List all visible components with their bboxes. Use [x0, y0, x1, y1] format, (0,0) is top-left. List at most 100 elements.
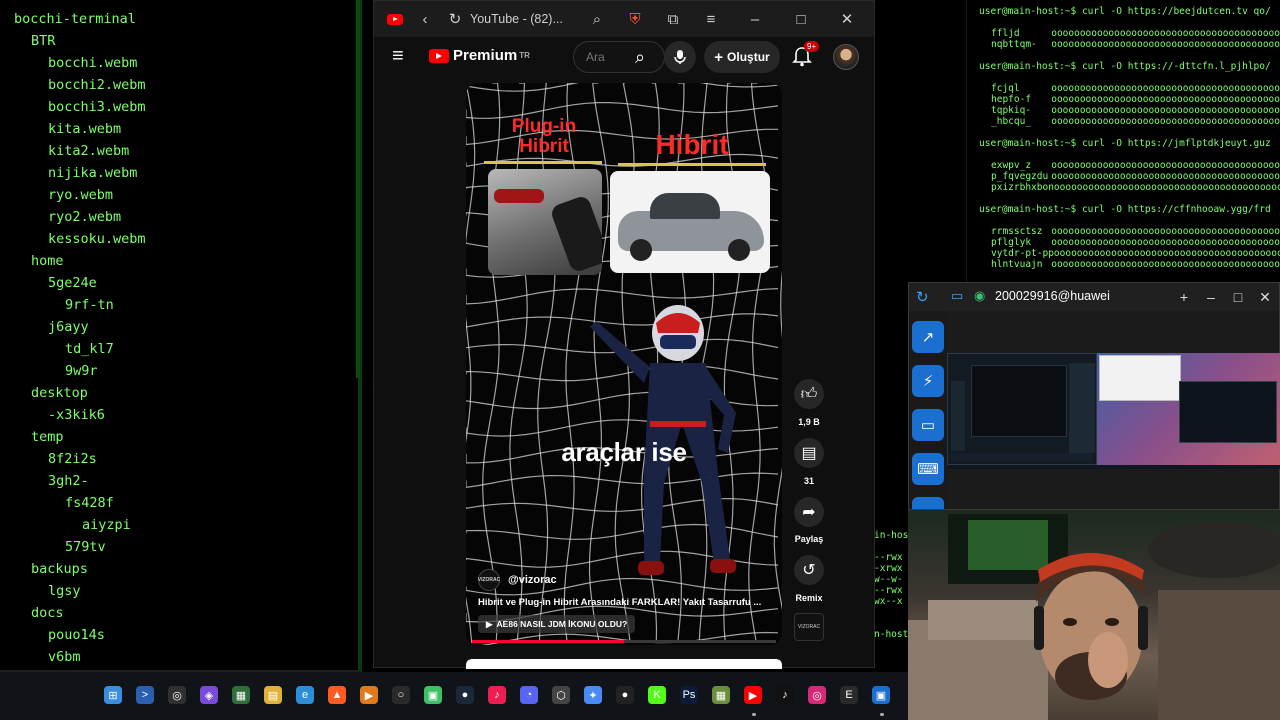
tree-item[interactable]: pouo14s [14, 624, 358, 646]
youtube-icon[interactable]: ▶ [744, 686, 762, 704]
reload-icon[interactable]: ↻ [440, 4, 470, 34]
tree-item[interactable]: kita.webm [14, 118, 358, 140]
tree-item[interactable]: v6bm [14, 646, 358, 668]
channel-logo[interactable]: VIZORAC [478, 569, 500, 591]
tree-item[interactable]: 3gh2- [14, 470, 358, 492]
minecraft-icon[interactable]: ▦ [712, 686, 730, 704]
remote-desktop-icon[interactable]: ▣ [872, 686, 890, 704]
display-icon[interactable]: ▭ [912, 409, 944, 441]
menu-icon[interactable]: ≡ [696, 4, 726, 34]
close-icon[interactable]: ✕ [832, 4, 862, 34]
brave-icon[interactable]: ▲ [328, 686, 346, 704]
search-box[interactable]: ⌕ [573, 41, 665, 73]
tree-item[interactable]: kessoku.webm [14, 228, 358, 250]
video-progress-bar[interactable] [472, 640, 776, 643]
tree-item[interactable]: lgsy [14, 580, 358, 602]
tree-item[interactable]: home [14, 250, 358, 272]
tree-item[interactable]: bocchi2.webm [14, 74, 358, 96]
curl-terminal[interactable]: user@main-host:~$ curl -O https://beejdu… [966, 0, 1280, 282]
more-tools-icon[interactable] [912, 497, 944, 509]
tree-item[interactable]: bocchi.webm [14, 52, 358, 74]
tree-item[interactable]: ryo.webm [14, 184, 358, 206]
tree-item[interactable]: nijika.webm [14, 162, 358, 184]
tree-item[interactable]: bocchi3.webm [14, 96, 358, 118]
dot-app-icon[interactable]: ● [616, 686, 634, 704]
youtube-premium-logo[interactable]: Premium TR [429, 47, 530, 64]
epic-games-icon[interactable]: E [840, 686, 858, 704]
brave-shield-icon[interactable]: ⛨ [620, 4, 650, 34]
tree-item[interactable]: 8f2i2s [14, 448, 358, 470]
next-short-preview[interactable] [466, 659, 782, 669]
channel-info[interactable]: VIZORAC @vizorac [478, 569, 557, 591]
tree-item[interactable]: fs428f [14, 492, 358, 514]
microphone-icon[interactable] [664, 41, 696, 73]
terminal-icon[interactable]: > [136, 686, 154, 704]
edge-icon[interactable]: e [296, 686, 314, 704]
tree-item[interactable]: kita2.webm [14, 140, 358, 162]
tree-item[interactable]: -x3kik6 [14, 404, 358, 426]
tree-item[interactable]: desktop [14, 382, 358, 404]
rd-close-icon[interactable]: ✕ [1254, 287, 1276, 307]
back-icon[interactable]: ‹ [410, 4, 440, 34]
share-button[interactable]: ➦ [794, 497, 824, 527]
instagram-icon[interactable]: ◎ [808, 686, 826, 704]
channel-handle[interactable]: @vizorac [508, 574, 557, 586]
rd-maximize-icon[interactable]: □ [1227, 287, 1249, 307]
tree-item[interactable]: 579tv [14, 536, 358, 558]
photoshop-icon[interactable]: Ps [680, 686, 698, 704]
hamburger-icon[interactable]: ≡ [392, 45, 404, 68]
like-button[interactable]: 👍︎ [794, 379, 824, 409]
browser-titlebar[interactable]: ‹ ↻ YouTube - (82)... ⌕ ⛨ ⧉ ≡ – □ ✕ [374, 1, 874, 37]
browser-window[interactable]: ‹ ↻ YouTube - (82)... ⌕ ⛨ ⧉ ≡ – □ ✕ ≡ Pr… [373, 0, 875, 669]
tree-item[interactable]: 5ge24e [14, 272, 358, 294]
maximize-icon[interactable]: □ [786, 4, 816, 34]
remote-screen-preview[interactable] [947, 353, 1280, 469]
windows-start-icon[interactable]: ⊞ [104, 686, 122, 704]
tree-item[interactable]: 9w9r [14, 360, 358, 382]
hex-app-icon[interactable]: ⬡ [552, 686, 570, 704]
tree-item[interactable]: temp [14, 426, 358, 448]
calculator-icon[interactable]: ▦ [232, 686, 250, 704]
rd-minimize-icon[interactable]: – [1200, 287, 1222, 307]
gemini-icon[interactable]: ✦ [584, 686, 602, 704]
remix-button[interactable]: ↺ [794, 555, 824, 585]
comments-button[interactable]: ▤ [794, 438, 824, 468]
refresh-icon[interactable]: ↻ [916, 288, 929, 306]
zoom-icon[interactable]: ⌕ [582, 4, 612, 34]
search-icon[interactable]: ⌕ [616, 42, 664, 72]
tab-title[interactable]: YouTube - (82)... [470, 12, 580, 26]
remote-desktop-titlebar[interactable]: ↻ ▭ ◉ 200029916@huawei + – □ ✕ [909, 283, 1279, 311]
audio-source-thumbnail[interactable]: VIZORAC [794, 613, 824, 641]
tree-item[interactable]: aiyzpi [14, 514, 358, 536]
tree-item[interactable]: docs [14, 602, 358, 624]
lightning-icon[interactable]: ⚡︎ [912, 365, 944, 397]
related-video-chip[interactable]: ▶ AE86 NASIL JDM İKONU OLDU? [478, 615, 636, 633]
steam-icon[interactable]: ● [456, 686, 474, 704]
tiktok-icon[interactable]: ♪ [776, 686, 794, 704]
search-input[interactable] [574, 42, 612, 72]
keyboard-icon[interactable]: ⌨ [912, 453, 944, 485]
discord-icon[interactable]: ◔ [520, 686, 538, 704]
tree-item[interactable]: j6ayy [14, 316, 358, 338]
video-title[interactable]: Hibrit ve Plug-in Hibrit Arasındaki FARK… [478, 597, 774, 608]
tree-item[interactable]: ryo2.webm [14, 206, 358, 228]
kick-icon[interactable]: K [648, 686, 666, 704]
tree-item[interactable]: 9rf-tn [14, 294, 358, 316]
shorts-video-player[interactable]: Plug-in Hibrit Hibrit araçlar ise VIZORA… [466, 83, 782, 645]
extensions-icon[interactable]: ⧉ [658, 4, 688, 34]
new-tab-icon[interactable]: + [1173, 287, 1195, 307]
vlc-icon[interactable]: ▶ [360, 686, 378, 704]
create-button[interactable]: + Oluştur [704, 41, 780, 73]
obs-icon[interactable]: ◎ [168, 686, 186, 704]
tree-item[interactable]: backups [14, 558, 358, 580]
tree-item[interactable]: td_kl7 [14, 338, 358, 360]
remote-desktop-window[interactable]: ↻ ▭ ◉ 200029916@huawei + – □ ✕ ↗ ⚡︎ ▭ ⌨ [908, 282, 1280, 510]
github-icon[interactable]: ○ [392, 686, 410, 704]
app-icon[interactable]: ◈ [200, 686, 218, 704]
avatar[interactable] [833, 44, 859, 70]
file-tree-terminal[interactable]: bocchi-terminal BTR bocchi.webm bocchi2.we… [0, 0, 362, 672]
android-icon[interactable]: ▣ [424, 686, 442, 704]
monitor-icon[interactable]: ▭ [951, 288, 963, 304]
tiktok-app-icon[interactable]: ♪ [488, 686, 506, 704]
pin-icon[interactable]: ↗ [912, 321, 944, 353]
